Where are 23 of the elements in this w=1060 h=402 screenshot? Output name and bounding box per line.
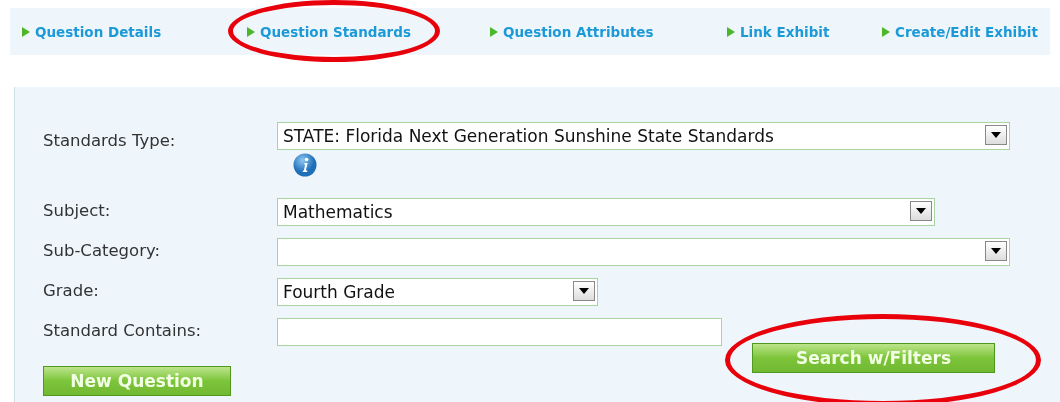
- triangle-icon: [490, 26, 498, 37]
- triangle-icon: [727, 26, 735, 37]
- tab-link[interactable]: Create/Edit Exhibit: [882, 23, 1038, 40]
- field-label: Sub-Category:: [43, 240, 162, 262]
- input-field[interactable]: [277, 318, 722, 346]
- field-label: Subject:: [43, 200, 112, 222]
- field-label: Grade:: [43, 280, 100, 302]
- tab-link[interactable]: Question Attributes: [490, 23, 654, 40]
- tab-link[interactable]: Question Details: [22, 23, 162, 40]
- tab-link[interactable]: Link Exhibit: [727, 23, 830, 40]
- dropdown-field[interactable]: STATE: Florida Next Generation Sunshine State Standards: [277, 122, 1010, 150]
- dropdown-field[interactable]: Mathematics: [277, 198, 935, 226]
- triangle-icon: [882, 26, 890, 37]
- dropdown-field[interactable]: Fourth Grade: [277, 278, 598, 306]
- dropdown-field[interactable]: [277, 238, 1010, 266]
- search-button[interactable]: Search w/Filters: [752, 343, 995, 373]
- field-label: Standard Contains:: [43, 320, 203, 342]
- new-question-button[interactable]: New Question: [43, 366, 231, 396]
- tab-link[interactable]: Question Standards: [247, 23, 411, 40]
- info-icon[interactable]: [293, 153, 317, 177]
- triangle-icon: [247, 26, 255, 37]
- triangle-icon: [22, 26, 30, 37]
- field-label: Standards Type:: [43, 130, 177, 152]
